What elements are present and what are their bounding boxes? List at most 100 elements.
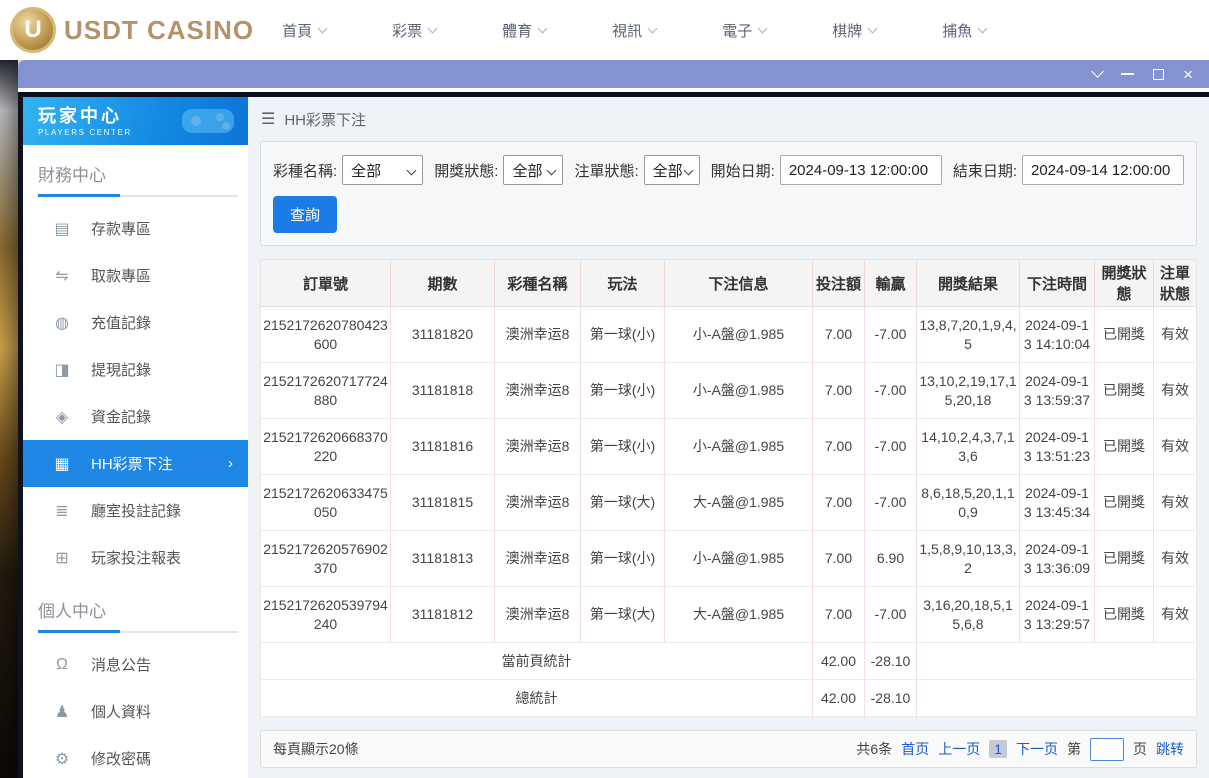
bet-table-head-row: 訂單號期數彩種名稱玩法下注信息投注額輸贏開獎結果下注時間開獎狀態注單狀態 (261, 260, 1197, 307)
table-cell: 2024-09-13 14:10:04 (1020, 307, 1095, 363)
column-header: 下注信息 (665, 260, 813, 307)
player-report-icon: ⊞ (52, 548, 72, 568)
sidebar-item-label: 玩家投注報表 (91, 547, 181, 568)
funds-record-icon: ◈ (52, 407, 72, 427)
chevron-right-icon: › (228, 455, 233, 472)
site-logo[interactable]: U USDT CASINO (10, 7, 254, 53)
table-cell: 澳洲幸运8 (495, 475, 581, 531)
table-cell: 2152172620633475050 (261, 475, 391, 531)
table-row: 215217262071772488031181818澳洲幸运8第一球(小)小-… (261, 363, 1197, 419)
column-header: 訂單號 (261, 260, 391, 307)
chevron-down-icon (428, 23, 438, 33)
column-header: 開獎結果 (917, 260, 1020, 307)
table-cell: 2152172620780423600 (261, 307, 391, 363)
nav-item-棋牌[interactable]: 棋牌 (832, 20, 876, 41)
sidebar-item-label: 個人資料 (91, 701, 151, 722)
lottery-name-select[interactable]: 全部 (342, 155, 423, 185)
nav-item-體育[interactable]: 體育 (502, 20, 546, 41)
sidebar-item-label: 充值記錄 (91, 312, 151, 333)
sidebar-item-消息公告[interactable]: Ω消息公告 (23, 641, 248, 688)
start-date-input[interactable] (780, 155, 942, 185)
table-cell: 31181816 (391, 419, 495, 475)
withdraw-hand-icon: ⇋ (52, 266, 72, 286)
table-cell: 13,10,2,19,17,15,20,18 (917, 363, 1020, 419)
order-status-value: 全部 (653, 160, 683, 181)
sidebar-item-HH彩票下注[interactable]: ▦ HH彩票下注 › (23, 440, 248, 487)
table-cell: 澳洲幸运8 (495, 307, 581, 363)
search-button[interactable]: 查詢 (273, 196, 337, 233)
table-cell: 31181818 (391, 363, 495, 419)
table-cell: 2024-09-13 13:29:57 (1020, 587, 1095, 643)
first-page-link[interactable]: 首页 (901, 739, 929, 759)
column-header: 玩法 (581, 260, 665, 307)
nav-item-電子[interactable]: 電子 (722, 20, 766, 41)
window-close-icon[interactable]: × (1183, 66, 1193, 83)
sidebar-item-資金記錄[interactable]: ◈資金記錄 (23, 393, 248, 440)
order-status-label: 注單狀態: (574, 160, 638, 181)
section-divider (38, 631, 238, 633)
window-maximize-icon[interactable] (1153, 69, 1164, 80)
window-body: 玩家中心 PLAYERS CENTER 財務中心▤存款專區⇋取款專區◍充值記錄◨… (18, 92, 1209, 778)
page-summary-row: 當前頁統計42.00-28.10 (261, 643, 1197, 680)
sidebar-item-label: 存款專區 (91, 218, 151, 239)
table-cell: -7.00 (865, 363, 917, 419)
prev-page-link[interactable]: 上一页 (938, 739, 980, 759)
sidebar-sections: 財務中心▤存款專區⇋取款專區◍充值記錄◨提現記錄◈資金記錄▦HH彩票下注›≣廳室… (23, 145, 248, 778)
draw-status-select[interactable]: 全部 (503, 155, 563, 185)
hamburger-menu-icon[interactable]: ☰ (261, 109, 275, 129)
table-cell: 2152172620717724880 (261, 363, 391, 419)
sidebar-section-title: 個人中心 (23, 581, 248, 631)
sidebar-item-label: HH彩票下注 (91, 453, 173, 474)
sidebar-item-充值記錄[interactable]: ◍充值記錄 (23, 299, 248, 346)
table-cell: 已開獎 (1095, 531, 1154, 587)
table-cell: 2024-09-13 13:59:37 (1020, 363, 1095, 419)
nav-item-首頁[interactable]: 首頁 (282, 20, 326, 41)
lottery-name-value: 全部 (351, 160, 381, 181)
sidebar-item-玩家投注報表[interactable]: ⊞ 玩家投注報表 (23, 534, 248, 581)
sidebar-item-取款專區[interactable]: ⇋ 取款專區 (23, 252, 248, 299)
nav-item-捕魚[interactable]: 捕魚 (942, 20, 986, 41)
lottery-bet-icon: ▦ (52, 454, 72, 474)
table-row: 215217262053979424031181812澳洲幸运8第一球(大)大-… (261, 587, 1197, 643)
table-cell: 7.00 (813, 307, 865, 363)
table-cell: 2152172620668370220 (261, 419, 391, 475)
withdraw-record-icon: ◨ (52, 360, 72, 380)
nav-item-label: 首頁 (282, 20, 312, 41)
sidebar: 玩家中心 PLAYERS CENTER 財務中心▤存款專區⇋取款專區◍充值記錄◨… (23, 97, 248, 778)
chevron-down-icon (648, 23, 658, 33)
sidebar-item-個人資料[interactable]: ♟ 個人資料 (23, 688, 248, 735)
table-cell: -7.00 (865, 307, 917, 363)
jump-page-input[interactable] (1090, 738, 1124, 761)
window-collapse-icon[interactable] (1091, 65, 1104, 78)
column-header: 開獎狀態 (1095, 260, 1154, 307)
nav-item-label: 體育 (502, 20, 532, 41)
pagination-bar: 每頁顯示20條 共6条 首页 上一页 1 下一页 第 页 跳转 (260, 730, 1197, 768)
sidebar-item-提現記錄[interactable]: ◨提現記錄 (23, 346, 248, 393)
table-cell: 7.00 (813, 363, 865, 419)
sidebar-item-存款專區[interactable]: ▤存款專區 (23, 205, 248, 252)
summary-cell: 42.00 (813, 643, 865, 680)
order-status-select[interactable]: 全部 (644, 155, 700, 185)
sidebar-item-修改密碼[interactable]: ⚙修改密碼 (23, 735, 248, 778)
table-row: 215217262078042360031181820澳洲幸运8第一球(小)小-… (261, 307, 1197, 363)
next-page-link[interactable]: 下一页 (1016, 739, 1058, 759)
nav-item-彩票[interactable]: 彩票 (392, 20, 436, 41)
column-header: 輸贏 (865, 260, 917, 307)
sidebar-item-label: 廳室投註記錄 (91, 500, 181, 521)
jump-button[interactable]: 跳转 (1156, 739, 1184, 759)
sidebar-item-廳室投註記錄[interactable]: ≣廳室投註記錄 (23, 487, 248, 534)
end-date-input[interactable] (1022, 155, 1184, 185)
gamepad-icon (176, 101, 240, 141)
player-center-window: × 玩家中心 PLAYERS CENTER 財務中心▤存款專區⇋取款專區◍充值記… (18, 60, 1209, 778)
filter-panel: 彩種名稱: 全部 開獎狀態: 全部 注單狀態: 全部 開始日期: 結束日期: 查… (260, 141, 1197, 246)
window-minimize-icon[interactable] (1121, 73, 1134, 75)
table-cell: 7.00 (813, 475, 865, 531)
table-cell: 14,10,2,4,3,7,13,6 (917, 419, 1020, 475)
nav-item-視訊[interactable]: 視訊 (612, 20, 656, 41)
column-header: 投注額 (813, 260, 865, 307)
table-cell: 已開獎 (1095, 363, 1154, 419)
user-icon: ♟ (52, 702, 72, 722)
table-cell: 8,6,18,5,20,1,10,9 (917, 475, 1020, 531)
nav-item-label: 彩票 (392, 20, 422, 41)
sidebar-item-label: 取款專區 (91, 265, 151, 286)
